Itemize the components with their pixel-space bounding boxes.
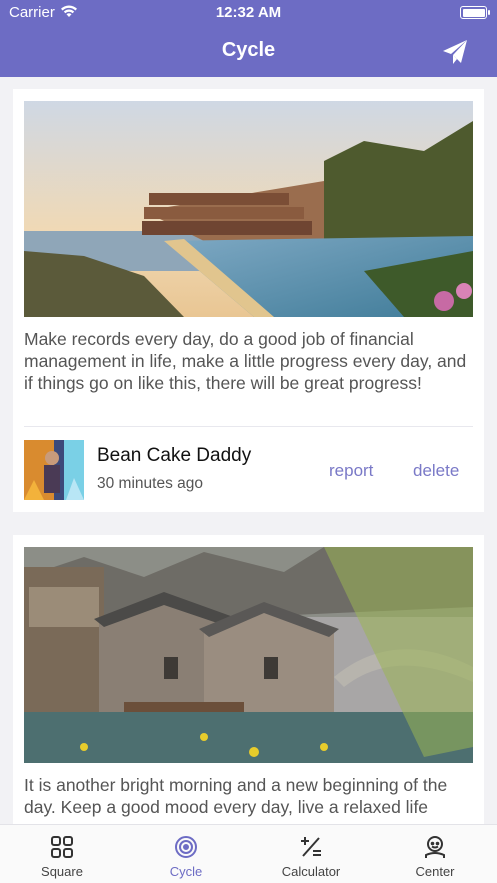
- post-card: Make records every day, do a good job of…: [13, 89, 484, 512]
- nav-bar: Cycle: [0, 26, 497, 77]
- tab-cycle[interactable]: Cycle: [124, 825, 248, 883]
- tab-label: Center: [415, 864, 455, 879]
- post-card: It is another bright morning and a new b…: [13, 535, 484, 824]
- tab-bar: Square Cycle Calculator Center: [0, 824, 497, 883]
- clock: 12:32 AM: [215, 4, 282, 21]
- post-photo: [24, 547, 473, 763]
- user-icon: [425, 836, 445, 858]
- author-name: Bean Cake Daddy: [97, 445, 252, 466]
- page-title: Cycle: [221, 39, 276, 61]
- post-text: Make records every day, do a good job of…: [24, 329, 467, 393]
- battery-icon: [460, 6, 490, 19]
- delete-button[interactable]: delete: [413, 461, 459, 481]
- post-time: 30 minutes ago: [97, 475, 203, 492]
- calculator-icon: [301, 837, 321, 857]
- grid-icon: [51, 836, 73, 858]
- target-icon: [175, 836, 197, 858]
- tab-calculator[interactable]: Calculator: [249, 825, 373, 883]
- tab-label: Square: [41, 864, 83, 879]
- tab-label: Calculator: [281, 864, 341, 879]
- tab-label: Cycle: [169, 864, 203, 879]
- report-button[interactable]: report: [329, 461, 373, 481]
- post-photo: [24, 101, 473, 317]
- avatar[interactable]: [24, 440, 84, 500]
- post-text: It is another bright morning and a new b…: [24, 775, 448, 817]
- send-paper-plane-icon[interactable]: [441, 38, 469, 66]
- tab-square[interactable]: Square: [0, 825, 124, 883]
- tab-center[interactable]: Center: [373, 825, 497, 883]
- divider: [24, 426, 473, 427]
- status-bar: Carrier 12:32 AM: [0, 0, 497, 26]
- post-feed[interactable]: Make records every day, do a good job of…: [0, 77, 497, 824]
